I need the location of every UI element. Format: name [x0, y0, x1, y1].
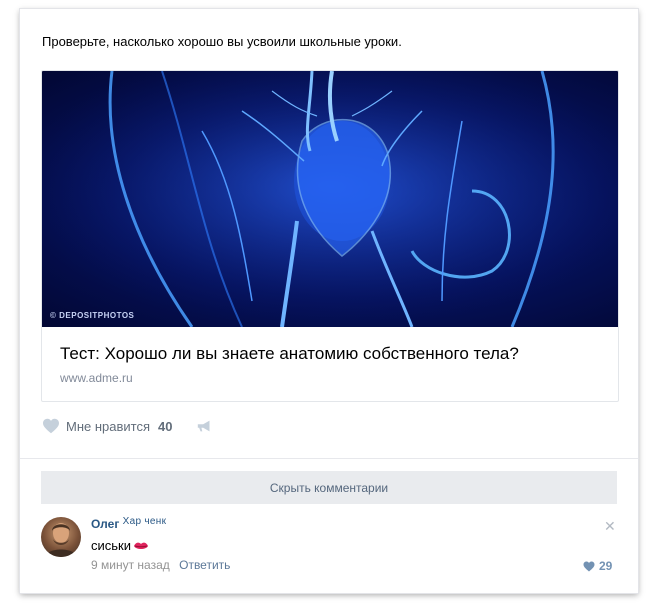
comment-like-count: 29 — [599, 559, 613, 573]
comment-text: сиськи — [91, 538, 149, 553]
link-attachment[interactable]: © DEPOSITPHOTOS Тест: Хорошо ли вы знает… — [41, 70, 619, 402]
heart-icon — [583, 561, 595, 571]
comment-author[interactable]: Олег Хар ченк — [91, 516, 167, 531]
like-count: 40 — [158, 418, 173, 434]
author-first-name[interactable]: Олег — [91, 517, 119, 531]
like-button[interactable]: Мне нравится — [66, 419, 150, 434]
attachment-url[interactable]: www.adme.ru — [60, 371, 133, 385]
reply-button[interactable]: Ответить — [179, 558, 230, 572]
hide-comments-button[interactable]: Скрыть комментарии — [41, 471, 617, 504]
comment-time[interactable]: 9 минут назад — [91, 558, 170, 572]
post-card: Проверьте, насколько хорошо вы усвоили ш… — [20, 9, 638, 593]
post-text: Проверьте, насколько хорошо вы усвоили ш… — [42, 34, 402, 49]
person-avatar-icon — [45, 523, 77, 557]
divider — [20, 458, 638, 459]
attachment-image[interactable]: © DEPOSITPHOTOS — [42, 71, 618, 327]
author-last-name[interactable]: Хар ченк — [123, 516, 167, 527]
comment-meta: 9 минут назад Ответить — [91, 558, 230, 572]
comment-like-button[interactable]: 29 — [583, 559, 612, 573]
megaphone-icon[interactable] — [196, 418, 214, 434]
lips-emoji-icon — [133, 542, 148, 549]
close-icon[interactable]: ✕ — [604, 518, 616, 535]
avatar[interactable] — [41, 517, 81, 557]
attachment-title[interactable]: Тест: Хорошо ли вы знаете анатомию собст… — [60, 344, 519, 364]
image-watermark: © DEPOSITPHOTOS — [50, 311, 135, 320]
comment-body: сиськи — [91, 538, 131, 553]
anatomy-illustration — [42, 71, 618, 327]
heart-icon[interactable] — [42, 418, 60, 434]
post-actions: Мне нравится 40 — [42, 416, 214, 436]
